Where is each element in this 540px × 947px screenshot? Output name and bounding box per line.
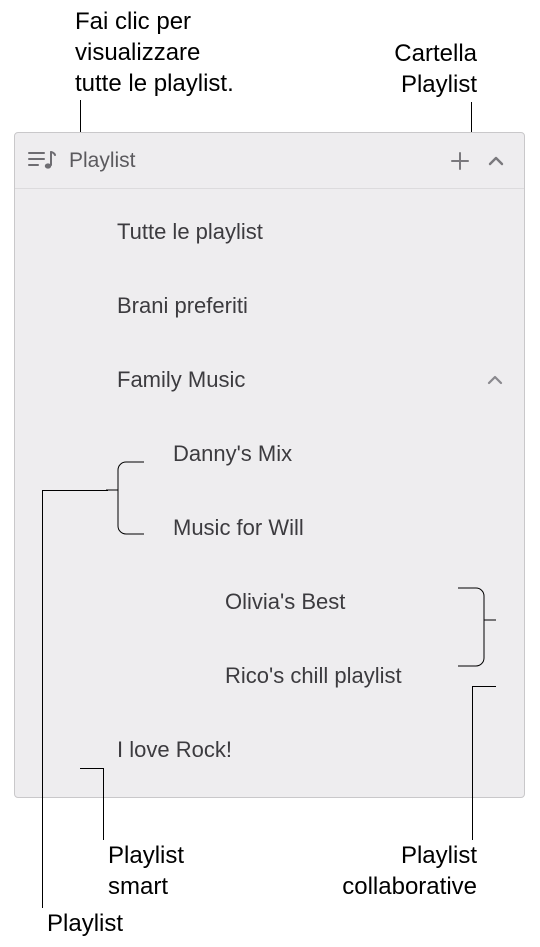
callout-all-playlists: Fai clic per visualizzare tutte le playl… bbox=[75, 6, 234, 100]
item-label: Olivia's Best bbox=[225, 589, 345, 615]
callout-text: Playlist bbox=[47, 910, 123, 937]
callout-smart: Playlist smart bbox=[108, 840, 184, 902]
playlist-list: Tutte le playlist Brani preferiti Family… bbox=[15, 189, 524, 797]
sidebar-item-collab-playlist[interactable]: Rico's chill playlist bbox=[15, 639, 524, 713]
sidebar-item-favorites[interactable]: Brani preferiti bbox=[15, 269, 524, 343]
playlist-sidebar: Playlist Tutte le playlist bbox=[14, 132, 525, 798]
folder-icon bbox=[29, 367, 89, 393]
star-square-icon bbox=[29, 291, 89, 321]
callout-text: Fai clic per visualizzare tutte le playl… bbox=[75, 8, 234, 97]
sidebar-title: Playlist bbox=[69, 149, 440, 173]
grid-icon bbox=[29, 218, 89, 246]
sidebar-header: Playlist bbox=[15, 133, 524, 189]
sidebar-item-all-playlists[interactable]: Tutte le playlist bbox=[15, 195, 524, 269]
callout-text: Cartella Playlist bbox=[394, 40, 477, 98]
callout-line bbox=[472, 686, 473, 840]
sidebar-item-playlist[interactable]: Danny's Mix bbox=[15, 417, 524, 491]
item-label: I love Rock! bbox=[117, 737, 232, 763]
item-label: Music for Will bbox=[173, 515, 304, 541]
people-icon bbox=[29, 591, 197, 613]
sidebar-item-smart-playlist[interactable]: I love Rock! bbox=[15, 713, 524, 787]
item-label: Danny's Mix bbox=[173, 441, 292, 467]
playlist-note-icon bbox=[27, 150, 57, 172]
callout-collab: Playlist collaborative bbox=[342, 840, 477, 902]
bracket-collab bbox=[456, 574, 496, 686]
item-label: Family Music bbox=[117, 367, 245, 393]
callout-folder: Cartella Playlist bbox=[394, 38, 477, 100]
callout-playlist: Playlist bbox=[47, 908, 123, 939]
callout-text: Playlist smart bbox=[108, 842, 184, 900]
sidebar-item-playlist[interactable]: Music for Will bbox=[15, 491, 524, 565]
add-button[interactable] bbox=[440, 149, 480, 173]
people-icon bbox=[29, 665, 197, 687]
callout-line bbox=[42, 490, 43, 908]
bracket-playlists bbox=[106, 450, 146, 554]
collapse-button[interactable] bbox=[480, 151, 512, 171]
sidebar-item-folder[interactable]: Family Music bbox=[15, 343, 524, 417]
gear-icon bbox=[29, 736, 89, 764]
callout-line bbox=[103, 768, 104, 840]
callout-text: Playlist collaborative bbox=[342, 842, 477, 900]
chevron-up-icon[interactable] bbox=[486, 371, 504, 389]
callout-line bbox=[472, 686, 496, 687]
item-label: Tutte le playlist bbox=[117, 219, 263, 245]
callout-line bbox=[80, 768, 103, 769]
item-label: Brani preferiti bbox=[117, 293, 248, 319]
callout-line bbox=[42, 490, 108, 491]
sidebar-item-collab-playlist[interactable]: Olivia's Best bbox=[15, 565, 524, 639]
item-label: Rico's chill playlist bbox=[225, 663, 402, 689]
